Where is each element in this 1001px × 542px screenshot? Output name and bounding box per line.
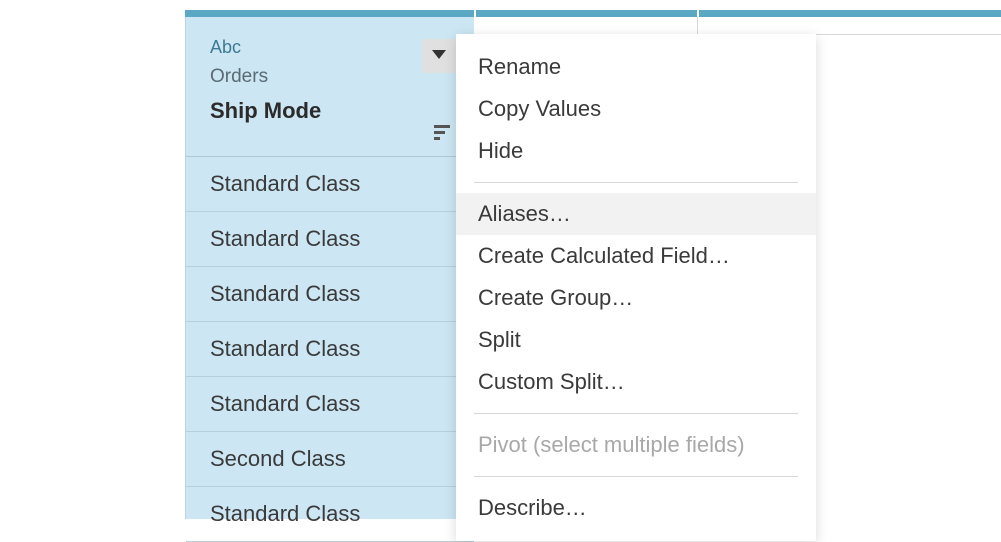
field-source-label: Orders <box>210 66 456 88</box>
menu-item: Pivot (select multiple fields) <box>456 424 816 466</box>
header-divider-vertical <box>697 17 698 35</box>
chevron-down-icon <box>432 47 446 65</box>
header-divider <box>474 17 1001 35</box>
menu-item[interactable]: Describe… <box>456 487 816 529</box>
table-cell[interactable]: Second Class <box>186 432 474 487</box>
field-name-label: Ship Mode <box>210 98 456 124</box>
data-column: Abc Orders Ship Mode Standard ClassStand… <box>185 17 474 519</box>
menu-item[interactable]: Rename <box>456 46 816 88</box>
sort-icon[interactable] <box>432 121 456 145</box>
table-cell[interactable]: Standard Class <box>186 267 474 322</box>
column-header[interactable]: Abc Orders Ship Mode <box>186 17 474 157</box>
menu-item[interactable]: Hide <box>456 130 816 172</box>
table-cell[interactable]: Standard Class <box>186 487 474 542</box>
table-cell[interactable]: Standard Class <box>186 157 474 212</box>
top-bar-divider <box>474 10 476 17</box>
menu-item[interactable]: Create Group… <box>456 277 816 319</box>
field-type-label: Abc <box>210 37 456 58</box>
menu-item[interactable]: Copy Values <box>456 88 816 130</box>
menu-item[interactable]: Split <box>456 319 816 361</box>
menu-separator <box>474 413 798 414</box>
menu-separator <box>474 182 798 183</box>
table-cell[interactable]: Standard Class <box>186 322 474 377</box>
menu-item[interactable]: Aliases… <box>456 193 816 235</box>
menu-item[interactable]: Create Calculated Field… <box>456 235 816 277</box>
column-menu-button[interactable] <box>422 39 456 73</box>
top-accent-bar <box>185 10 1001 17</box>
table-cell[interactable]: Standard Class <box>186 212 474 267</box>
column-context-menu: RenameCopy ValuesHide Aliases…Create Calc… <box>456 34 816 541</box>
table-cell[interactable]: Standard Class <box>186 377 474 432</box>
menu-separator <box>474 476 798 477</box>
top-bar-divider <box>697 10 699 17</box>
menu-item[interactable]: Custom Split… <box>456 361 816 403</box>
